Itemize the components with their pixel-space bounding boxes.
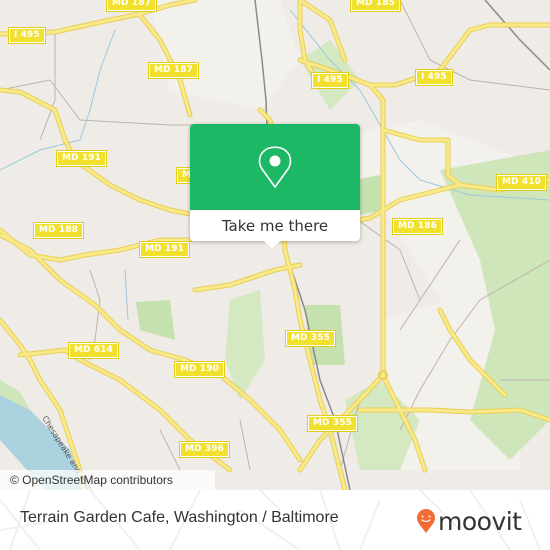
road-label-md186: MD 186 [392, 218, 443, 235]
road-label-i495: I 495 [311, 72, 349, 89]
road-label-i495: I 495 [415, 69, 453, 86]
park-area [136, 300, 175, 340]
road-label-md191: MD 191 [56, 150, 107, 167]
road-label-md191: MD 191 [139, 241, 190, 258]
popup-pointer [263, 240, 281, 249]
road-label-md185: MD 185 [350, 0, 401, 12]
road-label-i495: I 495 [8, 27, 46, 44]
road-label-md188: MD 188 [33, 222, 84, 239]
road-label-md396: MD 396 [179, 441, 230, 458]
road-label-md187: MD 187 [148, 62, 199, 79]
road-label-md410: MD 410 [496, 174, 547, 191]
location-pin-icon [258, 146, 292, 188]
place-name: Terrain Garden Cafe, Washington / Baltim… [20, 509, 339, 526]
residential-area [150, 0, 300, 110]
popup-header [190, 124, 360, 210]
brand-name: moovit [438, 506, 522, 536]
road-label-md355: MD 355 [307, 415, 358, 432]
road-label-md187: MD 187 [106, 0, 157, 12]
footer: Terrain Garden Cafe, Washington / Baltim… [0, 490, 550, 550]
map-attribution[interactable]: © OpenStreetMap contributors [0, 470, 215, 490]
road-label-md355: MD 355 [285, 330, 336, 347]
moovit-logo[interactable]: moovit [416, 505, 522, 537]
stream [0, 29, 116, 171]
road-label-md614: MD 614 [68, 342, 119, 359]
moovit-pin-icon [417, 509, 435, 533]
road-label-md190: MD 190 [174, 361, 225, 378]
take-me-there-button[interactable]: Take me there [190, 210, 360, 241]
railway [484, 0, 550, 71]
location-popup: Take me there [190, 124, 360, 249]
stream [124, 269, 129, 321]
